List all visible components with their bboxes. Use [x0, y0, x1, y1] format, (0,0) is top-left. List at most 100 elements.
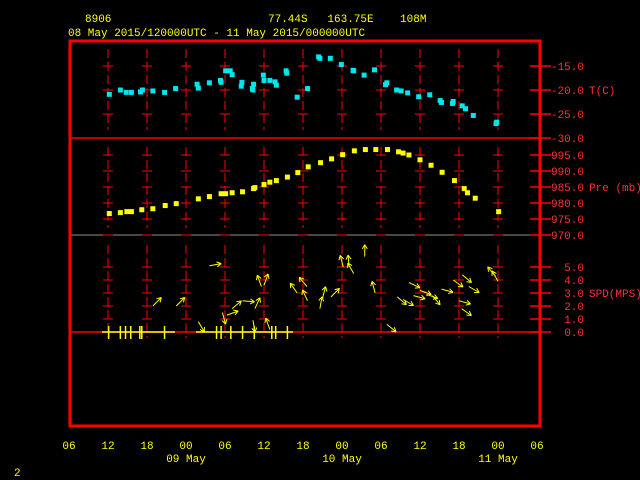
wind-arrow	[221, 312, 228, 325]
temperature-point	[239, 79, 245, 85]
wind-arrow-head	[448, 291, 454, 294]
wind-arrow	[255, 274, 262, 287]
y-tick-label: 975.0	[551, 215, 584, 227]
time-period: 08 May 2015/120000UTC - 11 May 2015/0000…	[68, 28, 365, 40]
temperature-point	[150, 88, 156, 94]
pressure-point	[252, 185, 258, 191]
temperature-point	[470, 112, 476, 118]
pressure-point	[428, 162, 434, 168]
wind-arrow	[289, 282, 298, 294]
temperature-point	[267, 77, 273, 83]
y-tick-label: 980.0	[551, 199, 584, 211]
pressure-point	[150, 206, 156, 212]
pressure-point	[284, 174, 290, 180]
temperature-point	[372, 67, 377, 73]
wind-arrow	[197, 321, 205, 333]
wind-arrow	[318, 296, 325, 309]
wind-arrow	[264, 317, 271, 330]
y-tick-label: 3.0	[564, 289, 584, 301]
temperature-point	[250, 87, 256, 93]
temperature-point	[128, 89, 134, 95]
y-tick-label: 0.0	[564, 328, 584, 340]
wind-arrow-head	[216, 261, 222, 265]
date-label: 11 May	[478, 454, 518, 466]
plot-frame	[68, 39, 542, 428]
meteogram: 8906 77.44S 163.75E 108M 08 May 2015/120…	[14, 14, 640, 480]
wind-arrow	[461, 308, 472, 316]
temperature-point	[106, 91, 112, 97]
temperature-point	[398, 88, 404, 94]
y-axis-label: SPD(MPS)	[589, 289, 640, 301]
temperature-point	[195, 85, 201, 91]
temperature-point	[261, 77, 267, 83]
pressure-point	[206, 194, 212, 200]
pressure-point	[273, 178, 279, 184]
x-tick-label: 18	[140, 441, 153, 453]
pressure-point	[417, 157, 423, 163]
wind-arrow-head	[325, 286, 328, 292]
temperature-point	[405, 90, 411, 96]
pressure-point	[218, 191, 224, 197]
temperature-point	[229, 72, 235, 78]
wind-arrow	[408, 282, 421, 289]
wind-arrow-head	[249, 301, 255, 305]
temperature-point	[123, 89, 129, 95]
pressure-point	[385, 147, 390, 153]
wind-arrow	[458, 300, 471, 306]
x-tick-label: 18	[296, 441, 309, 453]
pressure-point	[267, 179, 273, 185]
pressure-point	[305, 164, 311, 170]
data-marks	[102, 54, 502, 339]
wind-arrow	[209, 261, 222, 268]
wind-arrow	[226, 309, 239, 316]
wind-arrow	[231, 300, 242, 309]
pressure-point	[162, 203, 168, 209]
x-tick-label: 12	[101, 441, 114, 453]
x-tick-label: 18	[452, 441, 465, 453]
wind-arrow-head	[225, 319, 228, 325]
wind-arrow	[242, 298, 255, 305]
temperature-point	[384, 80, 390, 86]
wind-arrow	[347, 262, 355, 274]
temperature-point	[173, 86, 179, 92]
x-tick-label: 06	[62, 441, 75, 453]
pressure-point	[240, 189, 246, 195]
pressure-point	[496, 209, 502, 215]
temperature-point	[351, 68, 357, 74]
temperature-point	[139, 87, 145, 93]
temperature-point	[338, 62, 344, 68]
grid: 06 12 18 00 06 12 18 00 06 12 18 00 06 09 May 10 May 11…	[62, 49, 640, 466]
pressure-point	[472, 195, 478, 201]
temperature-point	[218, 79, 224, 85]
wind-arrow	[338, 255, 345, 268]
pressure-point	[173, 201, 179, 207]
x-tick-label: 06	[374, 441, 387, 453]
x-tick-label: 12	[257, 441, 270, 453]
temperature-point	[223, 68, 229, 74]
wind-arrow-head	[267, 273, 270, 279]
pressure-point	[124, 209, 130, 215]
y-tick-label: 5.0	[564, 263, 584, 275]
pressure-point	[340, 152, 346, 158]
wind-arrow	[330, 287, 340, 298]
wind-arrow	[254, 297, 261, 309]
pressure-point	[351, 148, 357, 154]
temperature-point	[494, 119, 500, 125]
wind-arrow	[321, 286, 328, 299]
y-axis-label: T(C)	[589, 86, 615, 98]
temperature-point	[416, 94, 422, 100]
pressure-point	[400, 150, 406, 156]
wind-arrow	[426, 293, 439, 300]
wind-arrow	[361, 244, 368, 257]
wind-arrow-head	[420, 298, 426, 301]
pressure-point	[128, 209, 134, 215]
temperature-point	[438, 99, 444, 105]
y-tick-label: -30.0	[551, 134, 584, 146]
y-tick-label: 995.0	[551, 151, 584, 163]
pressure-point	[451, 178, 457, 184]
date-label: 10 May	[322, 454, 362, 466]
pressure-point	[318, 160, 324, 166]
wind-arrow	[152, 297, 162, 307]
temperature-point	[317, 55, 323, 61]
wind-arrow-head	[338, 255, 341, 261]
